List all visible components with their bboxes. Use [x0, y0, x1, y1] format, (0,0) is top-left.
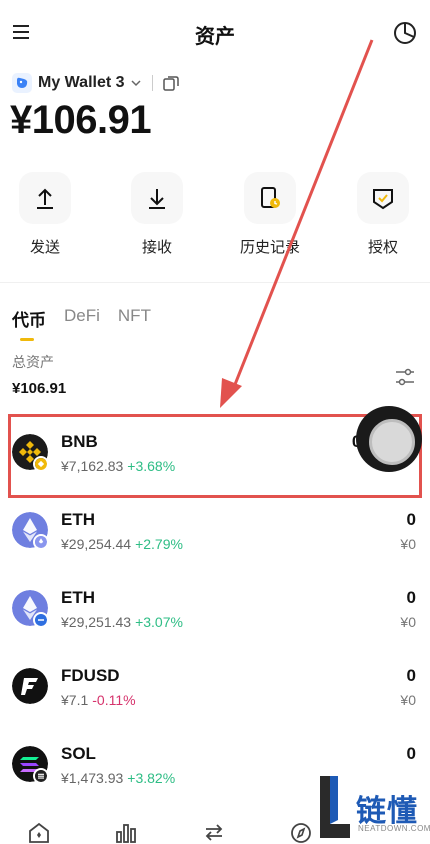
- token-fiat-value: ¥0: [400, 536, 416, 552]
- receive-icon: [131, 172, 183, 224]
- chain-badge-icon: [33, 534, 49, 550]
- authorize-icon: [357, 172, 409, 224]
- token-amount: 0: [406, 588, 416, 607]
- filter-settings-icon[interactable]: [394, 366, 416, 388]
- token-amount: 0: [406, 666, 416, 685]
- divider: [0, 282, 430, 283]
- watermark-subtext: NEATDOWN.COM: [358, 824, 430, 833]
- chevron-down-icon: [131, 80, 141, 87]
- token-price: ¥29,254.44 +2.79%: [61, 536, 183, 552]
- touch-indicator: [356, 406, 422, 472]
- receive-button[interactable]: 接收: [117, 172, 197, 257]
- wallet-avatar-icon: [12, 73, 32, 93]
- token-price: ¥7.1 -0.11%: [61, 692, 136, 708]
- send-button[interactable]: 发送: [5, 172, 85, 257]
- token-change: -0.11%: [92, 692, 136, 708]
- token-amount: 0: [406, 510, 416, 529]
- token-change: +2.79%: [135, 536, 183, 552]
- tab-defi[interactable]: DeFi: [64, 306, 100, 331]
- wallet-name: My Wallet 3: [38, 74, 125, 91]
- token-symbol: ETH: [61, 588, 95, 607]
- token-symbol: FDUSD: [61, 666, 120, 685]
- token-row-eth[interactable]: ETH ¥29,251.43 +3.07% 0 ¥0: [0, 576, 430, 648]
- authorize-button[interactable]: 授权: [343, 172, 423, 257]
- asset-tabs: 代币 DeFi NFT: [12, 306, 169, 341]
- authorize-label: 授权: [367, 239, 398, 256]
- token-price: ¥29,251.43 +3.07%: [61, 614, 183, 630]
- tab-nft[interactable]: NFT: [118, 306, 151, 331]
- chain-badge-icon: [33, 768, 49, 784]
- token-change: +3.07%: [135, 614, 183, 630]
- token-symbol: ETH: [61, 510, 95, 529]
- watermark: 链懂 NEATDOWN.COM: [314, 772, 430, 844]
- home-icon[interactable]: [27, 820, 51, 844]
- wallet-selector[interactable]: My Wallet 3: [12, 70, 180, 96]
- swap-icon[interactable]: [202, 820, 226, 844]
- total-balance: ¥106.91: [10, 98, 152, 142]
- token-symbol: SOL: [61, 744, 96, 763]
- discover-icon[interactable]: [289, 820, 313, 844]
- history-button[interactable]: 历史记录: [230, 172, 310, 257]
- token-price: ¥1,473.93 +3.82%: [61, 770, 176, 786]
- send-label: 发送: [29, 239, 60, 256]
- copy-icon[interactable]: [162, 74, 180, 92]
- chain-badge-icon: [33, 612, 49, 628]
- token-fiat-value: ¥0: [400, 692, 416, 708]
- watermark-logo-icon: [320, 776, 350, 838]
- fdusd-logo-icon: [12, 668, 48, 704]
- receive-label: 接收: [141, 239, 172, 256]
- header: 资产: [0, 0, 430, 66]
- token-row-eth[interactable]: ETH ¥29,254.44 +2.79% 0 ¥0: [0, 498, 430, 570]
- token-amount: 0: [406, 744, 416, 763]
- history-label: 历史记录: [239, 239, 300, 256]
- token-change: +3.82%: [127, 770, 176, 786]
- token-fiat-value: ¥0: [400, 614, 416, 630]
- tab-tokens[interactable]: 代币: [12, 306, 46, 341]
- pie-chart-icon[interactable]: [392, 20, 418, 46]
- total-assets-value: ¥106.91: [12, 380, 67, 397]
- token-row-fdusd[interactable]: FDUSD ¥7.1 -0.11% 0 ¥0: [0, 654, 430, 726]
- history-icon: [244, 172, 296, 224]
- market-icon[interactable]: [114, 820, 138, 844]
- send-icon: [19, 172, 71, 224]
- total-assets-label: 总资产: [12, 354, 54, 370]
- separator: [151, 75, 153, 91]
- page-title: 资产: [195, 26, 235, 48]
- action-bar: 发送 接收 历史记录 授权: [0, 172, 430, 262]
